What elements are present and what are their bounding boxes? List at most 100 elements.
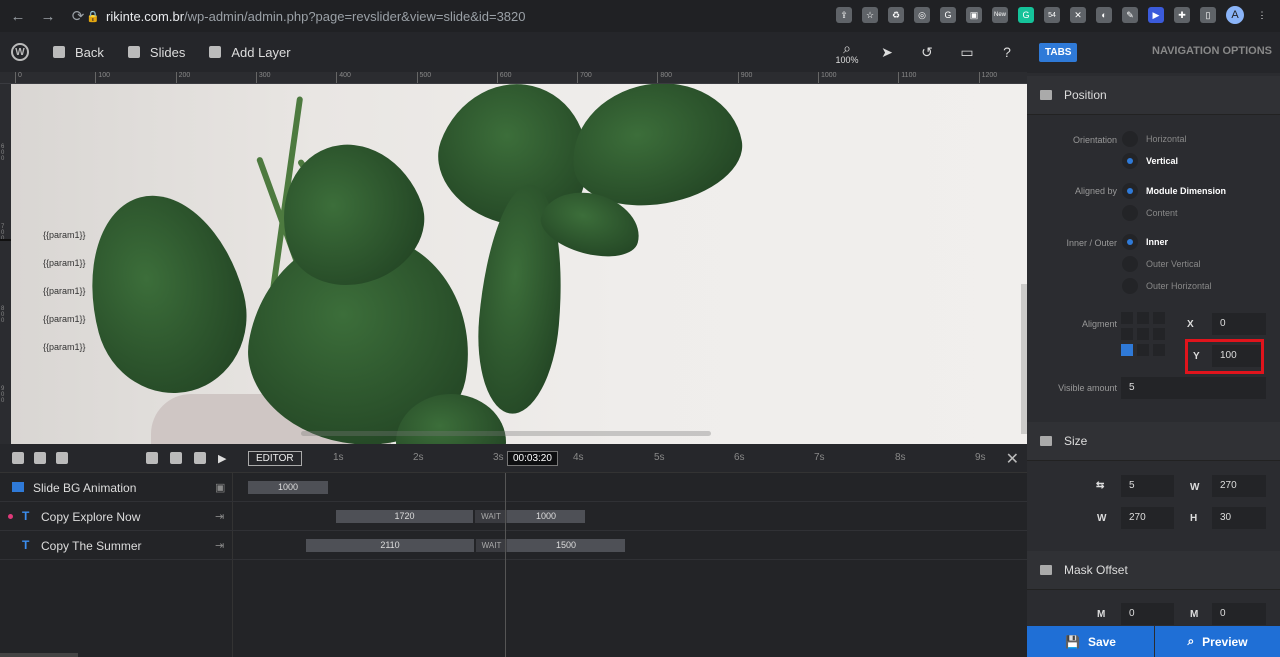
translate-extension-icon[interactable]: G bbox=[940, 7, 956, 23]
orientation-vertical-radio[interactable] bbox=[1122, 153, 1138, 169]
align-top-center[interactable] bbox=[1137, 312, 1149, 324]
size-width-input[interactable]: 270 bbox=[1212, 475, 1266, 497]
position-section-header[interactable]: Position bbox=[1027, 76, 1280, 115]
timeline-playhead[interactable] bbox=[505, 473, 506, 657]
mask-offset-section-header[interactable]: Mask Offset bbox=[1027, 551, 1280, 590]
wait-block[interactable]: WAIT bbox=[475, 510, 507, 523]
slides-button[interactable]: Slides bbox=[127, 45, 185, 60]
align-top-right[interactable] bbox=[1153, 312, 1165, 324]
timeline-bar[interactable]: 1500 bbox=[507, 539, 625, 552]
visible-amount-input[interactable]: 5 bbox=[1121, 377, 1266, 399]
sidebar-icon[interactable]: ▯ bbox=[1200, 7, 1216, 23]
extensions-bar: ⇪ ☆ ♻ ◎ G ▣ New G 54 ✕ ◐ ✎ ▶ ✚ ▯ A ⋮ bbox=[836, 6, 1270, 24]
timeline-bar[interactable]: 1000 bbox=[507, 510, 585, 523]
size-width2-input[interactable]: 270 bbox=[1121, 507, 1174, 529]
ruler-tick: 1100 bbox=[898, 72, 916, 83]
tabs-button[interactable]: TABS bbox=[1039, 43, 1078, 62]
share-icon[interactable]: ⇪ bbox=[836, 7, 852, 23]
wordpress-logo-icon[interactable]: W bbox=[11, 43, 29, 61]
mask-m2-input[interactable]: 0 bbox=[1212, 603, 1266, 625]
canvas-scrollbar[interactable] bbox=[301, 431, 711, 436]
address-bar[interactable]: 🔒 rikinte.com.br /wp-admin/admin.php?pag… bbox=[86, 4, 896, 28]
add-layer-button[interactable]: Add Layer bbox=[209, 45, 291, 60]
help-icon[interactable]: ? bbox=[987, 44, 1027, 60]
aligned-module-label: Module Dimension bbox=[1146, 186, 1227, 196]
timeline-bar[interactable]: 1000 bbox=[248, 481, 328, 494]
orientation-horizontal-radio[interactable] bbox=[1122, 131, 1138, 147]
folder-icon[interactable] bbox=[56, 452, 68, 464]
timeline-bar[interactable]: 1720 bbox=[336, 510, 473, 523]
row-label: Copy The Summer bbox=[41, 539, 142, 553]
size-section-header[interactable]: Size bbox=[1027, 422, 1280, 461]
outer-horizontal-radio[interactable] bbox=[1122, 278, 1138, 294]
aligned-module-radio[interactable] bbox=[1122, 183, 1138, 199]
chrome-menu-icon[interactable]: ⋮ bbox=[1254, 7, 1270, 23]
size-height-input[interactable]: 30 bbox=[1212, 507, 1266, 529]
pen-extension-icon[interactable]: ✎ bbox=[1122, 7, 1138, 23]
current-time[interactable]: 00:03:20 bbox=[507, 451, 558, 466]
align-bottom-center[interactable] bbox=[1137, 344, 1149, 356]
timeline-bar[interactable]: 2110 bbox=[306, 539, 474, 552]
timeline-row[interactable]: Slide BG Animation ▣ 1000 bbox=[0, 473, 1027, 502]
dark-mode-extension-icon[interactable]: ◐ bbox=[1096, 7, 1112, 23]
alignment-grid bbox=[1121, 312, 1165, 356]
undo-icon[interactable]: ↺ bbox=[907, 44, 947, 61]
timeline-row[interactable]: T Copy Explore Now ⇥ 1720 WAIT 1000 bbox=[0, 502, 1027, 531]
param-layer[interactable]: {{param1}} bbox=[43, 342, 86, 352]
search-icon: ⌕ bbox=[1187, 634, 1195, 648]
count-badge-extension-icon[interactable]: 54 bbox=[1044, 7, 1060, 23]
end-arrow-icon[interactable]: ⇥ bbox=[215, 539, 224, 552]
profile-avatar[interactable]: A bbox=[1226, 6, 1244, 24]
inner-radio[interactable] bbox=[1122, 234, 1138, 250]
layers-icon[interactable] bbox=[12, 452, 24, 464]
close-tab-extension-icon[interactable]: ✕ bbox=[1070, 7, 1086, 23]
param-layer[interactable]: {{param1}} bbox=[43, 286, 86, 296]
param-layer[interactable]: {{param1}} bbox=[43, 230, 86, 240]
recycle-extension-icon[interactable]: ♻ bbox=[888, 7, 904, 23]
grid-select-icon[interactable] bbox=[146, 452, 158, 464]
mask-m1-input[interactable]: 0 bbox=[1121, 603, 1174, 625]
timeline-scrollbar[interactable] bbox=[0, 653, 78, 657]
align-middle-right[interactable] bbox=[1153, 328, 1165, 340]
puzzle-extensions-icon[interactable]: ✚ bbox=[1174, 7, 1190, 23]
param-layer[interactable]: {{param1}} bbox=[43, 314, 86, 324]
navigation-options-title[interactable]: NAVIGATION OPTIONS bbox=[1152, 45, 1272, 57]
outer-vertical-radio[interactable] bbox=[1122, 256, 1138, 272]
globe-extension-icon[interactable]: ◎ bbox=[914, 7, 930, 23]
preview-button[interactable]: ⌕ Preview bbox=[1155, 626, 1280, 657]
star-icon[interactable]: ☆ bbox=[862, 7, 878, 23]
grammarly-extension-icon[interactable]: G bbox=[1018, 7, 1034, 23]
stopwatch-icon[interactable] bbox=[194, 452, 206, 464]
back-arrow-icon[interactable]: ← bbox=[6, 4, 30, 28]
align-bottom-left[interactable] bbox=[1121, 344, 1133, 356]
forward-arrow-icon[interactable]: → bbox=[36, 4, 60, 28]
param-layer[interactable]: {{param1}} bbox=[43, 258, 86, 268]
magnet-icon[interactable] bbox=[170, 452, 182, 464]
align-top-left[interactable] bbox=[1121, 312, 1133, 324]
slide-canvas[interactable]: {{param1}} {{param1}} {{param1}} {{param… bbox=[11, 84, 1027, 444]
editor-button[interactable]: EDITOR bbox=[248, 451, 302, 466]
list-icon[interactable] bbox=[34, 452, 46, 464]
size-spacing-input[interactable]: 5 bbox=[1121, 475, 1174, 497]
aligned-content-radio[interactable] bbox=[1122, 205, 1138, 221]
camera-extension-icon[interactable]: ▣ bbox=[966, 7, 982, 23]
zoom-button[interactable]: ⌕ 100% bbox=[827, 40, 867, 65]
end-arrow-icon[interactable]: ⇥ bbox=[215, 510, 224, 523]
save-button[interactable]: 💾 Save bbox=[1027, 626, 1154, 657]
back-button[interactable]: Back bbox=[53, 45, 104, 60]
new-badge-extension-icon[interactable]: New bbox=[992, 7, 1008, 23]
align-bottom-right[interactable] bbox=[1153, 344, 1165, 356]
second-label: 7s bbox=[814, 452, 825, 463]
play-icon[interactable]: ▶ bbox=[218, 452, 226, 465]
panel-header: TABS NAVIGATION OPTIONS bbox=[1027, 32, 1280, 73]
timeline-row[interactable]: T Copy The Summer ⇥ 2110 WAIT 1500 bbox=[0, 531, 1027, 560]
desktop-view-icon[interactable]: ▭ bbox=[947, 44, 987, 61]
wait-block[interactable]: WAIT bbox=[476, 539, 507, 552]
align-middle-left[interactable] bbox=[1121, 328, 1133, 340]
browser-toolbar: ← → ⟳ 🔒 rikinte.com.br /wp-admin/admin.p… bbox=[0, 0, 1280, 32]
x-offset-input[interactable]: 0 bbox=[1212, 313, 1266, 335]
close-timeline-icon[interactable]: ✕ bbox=[1006, 449, 1019, 469]
cursor-icon[interactable]: ➤ bbox=[867, 44, 907, 61]
video-extension-icon[interactable]: ▶ bbox=[1148, 7, 1164, 23]
align-middle-center[interactable] bbox=[1137, 328, 1149, 340]
